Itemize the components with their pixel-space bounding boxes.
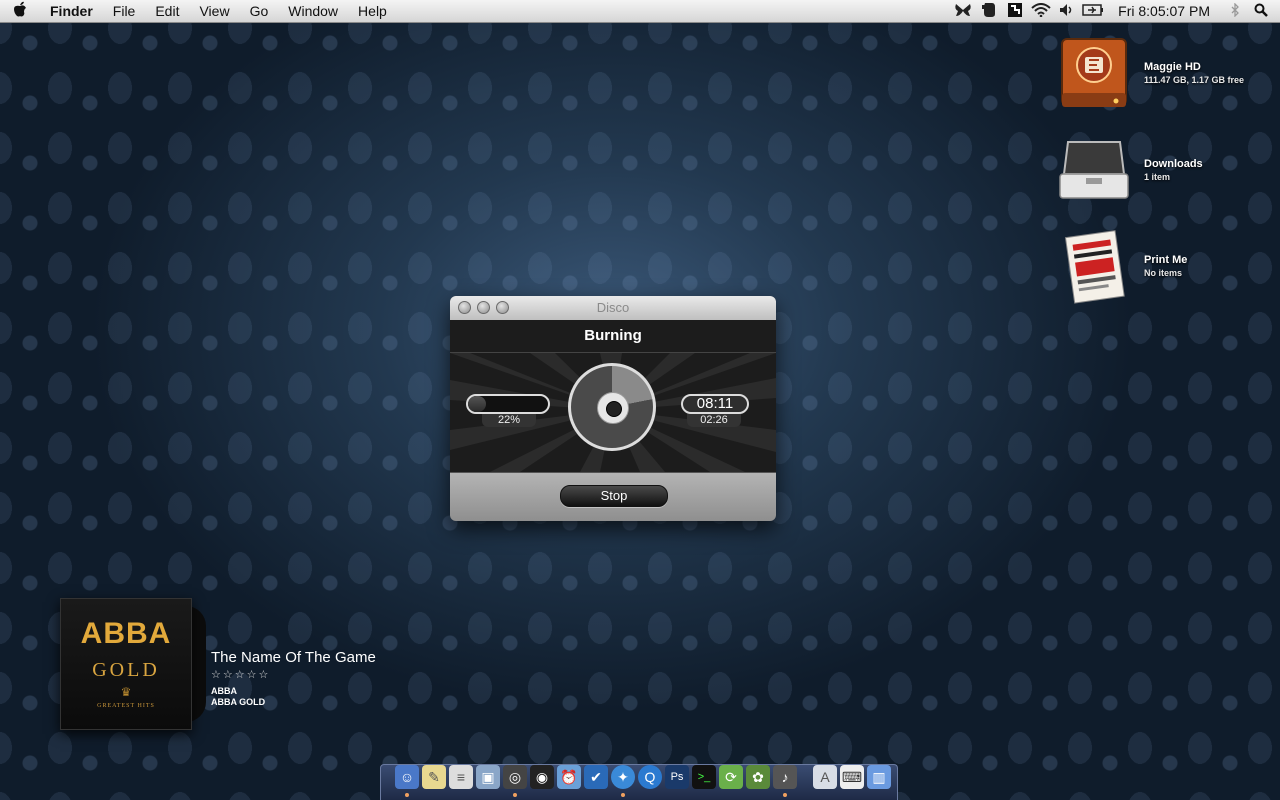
menubar-clock[interactable]: Fri 8:05:07 PM (1106, 3, 1222, 19)
sync-icon[interactable]: ⟳ (719, 765, 743, 789)
poster-folder-icon (1058, 230, 1130, 304)
window-footer: Stop (450, 472, 776, 521)
progress-percent-label: 22% (482, 414, 536, 427)
remaining-time: 02:26 (687, 414, 741, 427)
camera-icon[interactable]: ◉ (530, 765, 554, 789)
disco-window: Disco Burning 22% 08:11 02:26 Stop (450, 296, 776, 521)
desktop-item-downloads[interactable]: Downloads 1 item (1058, 134, 1278, 214)
trash-icon[interactable]: ▥ (867, 765, 891, 789)
applications-folder-icon[interactable]: A (813, 765, 837, 789)
window-title: Disco (596, 300, 630, 315)
elapsed-time: 08:11 (681, 394, 749, 414)
desktop-item-maggie-hd[interactable]: Maggie HD 111.47 GB, 1.17 GB free (1058, 37, 1278, 117)
running-indicator (783, 793, 787, 797)
desktop-item-print-me[interactable]: Print Me No items (1058, 230, 1278, 310)
disc-hub (597, 392, 629, 424)
disc-progress-icon (568, 363, 656, 451)
album-art[interactable]: ABBA GOLD ♛ GREATEST HITS (60, 598, 192, 730)
evernote-icon[interactable] (976, 2, 1002, 21)
apple-menu-icon[interactable] (0, 1, 40, 21)
album-art-subtitle: GREATEST HITS (97, 703, 155, 709)
track-artist: ABBA (211, 686, 237, 696)
crown-icon: ♛ (120, 685, 132, 699)
keyboard-icon[interactable]: ⌨ (840, 765, 864, 789)
safari-icon[interactable]: ✦ (611, 765, 635, 789)
desktop-item-name: Downloads (1144, 158, 1203, 170)
evernote-icon[interactable]: ✿ (746, 765, 770, 789)
desktop-item-subtitle: No items (1144, 268, 1183, 278)
bluetooth-icon[interactable] (1222, 1, 1248, 20)
photoshop-icon[interactable]: Ps (665, 765, 689, 789)
finder-icon[interactable]: ☺ (395, 765, 419, 789)
battery-icon[interactable] (1080, 3, 1106, 19)
menu-file[interactable]: File (103, 0, 146, 22)
desktop-item-name: Maggie HD (1144, 61, 1201, 73)
stop-button[interactable]: Stop (560, 485, 668, 507)
menu-help[interactable]: Help (348, 0, 397, 22)
desktop-item-subtitle: 111.47 GB, 1.17 GB free (1144, 75, 1245, 85)
desktop-item-subtitle: 1 item (1144, 172, 1171, 182)
alarm-clock-icon[interactable]: ⏰ (557, 765, 581, 789)
dropbox-icon[interactable] (1002, 2, 1028, 21)
quicktime-icon[interactable]: Q (638, 765, 662, 789)
burn-progress-bar (466, 394, 550, 414)
running-indicator (621, 793, 625, 797)
todo-icon[interactable]: ✔ (584, 765, 608, 789)
burn-stage: Burning 22% 08:11 02:26 (450, 320, 776, 472)
menu-go[interactable]: Go (240, 0, 279, 22)
preview-icon[interactable]: ▣ (476, 765, 500, 789)
stickies-icon[interactable]: ✎ (422, 765, 446, 789)
butterfly-icon[interactable] (950, 3, 976, 20)
hard-drive-icon (1058, 37, 1130, 109)
cassette-icon[interactable]: ◎ (503, 765, 527, 789)
itunes-icon[interactable]: ♪ (773, 765, 797, 789)
divider (450, 352, 776, 353)
menu-window[interactable]: Window (278, 0, 348, 22)
running-indicator (405, 793, 409, 797)
textedit-icon[interactable]: ≡ (449, 765, 473, 789)
album-art-artist: ABBA (80, 617, 172, 650)
desktop-item-name: Print Me (1144, 254, 1188, 266)
dock: ☺ ✎ ≡ ▣ ◎ ◉ ⏰ ✔ ✦ Q Ps >_ ⟳ ✿ ♪ A ⌨ ▥ (380, 764, 898, 800)
track-album: ABBA GOLD (211, 697, 266, 707)
menu-app-finder[interactable]: Finder (40, 0, 103, 22)
volume-icon[interactable] (1054, 3, 1080, 20)
burn-progress-fill (468, 396, 486, 412)
window-titlebar[interactable]: Disco (450, 296, 776, 321)
track-title: The Name Of The Game (211, 649, 376, 666)
burn-status-title: Burning (584, 327, 642, 344)
menu-bar: Finder File Edit View Go Window Help Fri… (0, 0, 1280, 23)
running-indicator (513, 793, 517, 797)
terminal-icon[interactable]: >_ (692, 765, 716, 789)
menu-edit[interactable]: Edit (145, 0, 189, 22)
spotlight-search-icon[interactable] (1248, 3, 1274, 20)
disc-spindle (606, 401, 622, 417)
briefcase-folder-icon (1058, 134, 1130, 206)
track-rating[interactable]: ☆☆☆☆☆ (211, 668, 270, 681)
menu-view[interactable]: View (189, 0, 239, 22)
wifi-icon[interactable] (1028, 2, 1054, 20)
album-art-title: GOLD (92, 659, 160, 681)
